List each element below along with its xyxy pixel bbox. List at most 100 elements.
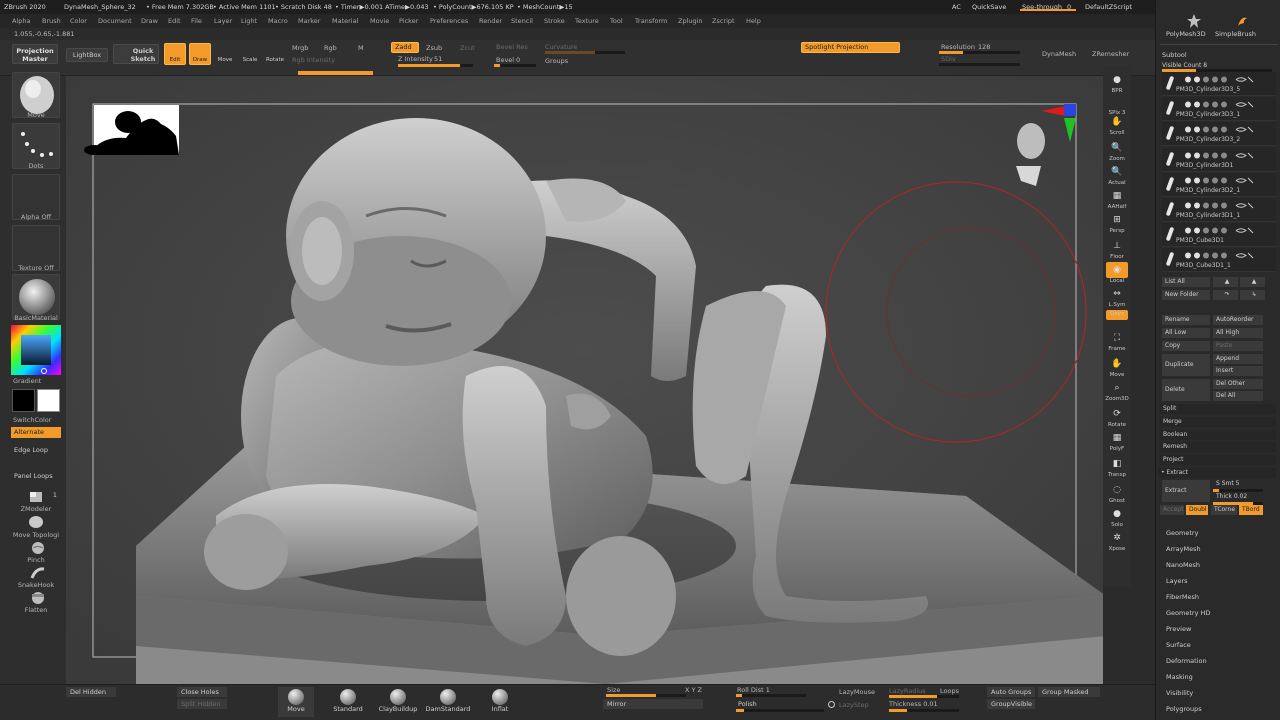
size-label[interactable]: Size <box>607 686 620 694</box>
menu-texture[interactable]: Texture <box>575 17 599 25</box>
zsub-button[interactable]: Zsub <box>426 44 442 52</box>
spotlight-projection-button[interactable]: Spotlight Projection <box>801 42 900 53</box>
panel-loops-button[interactable]: Panel Loops <box>11 471 61 482</box>
brush-move[interactable]: Move <box>278 687 314 717</box>
palette-surface[interactable]: Surface <box>1166 641 1191 649</box>
bpr-icon[interactable]: ● <box>1106 72 1128 88</box>
subtool-row[interactable]: PM3D_Cylinder3D3_1 <box>1162 97 1276 122</box>
menu-color[interactable]: Color <box>70 17 87 25</box>
viewport[interactable] <box>66 76 1103 684</box>
sdiv-label[interactable]: SDiv <box>941 55 956 63</box>
zadd-button[interactable]: Zadd <box>391 42 419 53</box>
subtool-row[interactable]: PM3D_Cylinder3D3_2 <box>1162 122 1276 147</box>
lazymouse-button[interactable]: LazyMouse <box>839 688 875 696</box>
menu-draw[interactable]: Draw <box>141 17 158 25</box>
merge-section[interactable]: Merge <box>1160 417 1276 427</box>
primary-color-swatch[interactable] <box>37 389 60 412</box>
menu-file[interactable]: File <box>191 17 202 25</box>
menu-picker[interactable]: Picker <box>399 17 418 25</box>
brush-standard[interactable]: Standard <box>330 687 366 717</box>
move-icon[interactable]: ✋ <box>1106 356 1128 372</box>
accept-button[interactable]: Accept <box>1160 505 1184 515</box>
menu-stencil[interactable]: Stencil <box>511 17 533 25</box>
curvature-label[interactable]: Curvature <box>545 43 577 51</box>
arrow-up-alt-button[interactable]: ▲ <box>1240 277 1265 287</box>
menu-macro[interactable]: Macro <box>268 17 288 25</box>
flatten-brush[interactable] <box>30 591 46 605</box>
duplicate-button[interactable]: Duplicate <box>1162 354 1210 376</box>
arrow-up-button[interactable]: ▲ <box>1213 277 1238 287</box>
subtool-row[interactable]: PM3D_Cylinder3D2_1 <box>1162 172 1276 197</box>
zscript-name[interactable]: DefaultZScript <box>1085 3 1132 11</box>
extract-section[interactable]: • Extract <box>1158 468 1276 478</box>
sdiv-slider[interactable] <box>939 63 1020 66</box>
bevel-slider[interactable] <box>494 64 536 67</box>
subtool-row[interactable]: PM3D_Cylinder3D1_1 <box>1162 198 1276 222</box>
xpose-icon[interactable]: ✲ <box>1106 530 1128 546</box>
frame-icon[interactable]: ⛶ <box>1106 330 1128 346</box>
z-intensity-label[interactable]: Z Intensity <box>398 55 433 63</box>
edit-button[interactable]: Edit <box>164 43 186 65</box>
z-intensity-slider[interactable] <box>398 64 473 67</box>
polish-toggle-icon[interactable] <box>828 701 835 708</box>
menu-document[interactable]: Document <box>98 17 132 25</box>
lightbox-button[interactable]: LightBox <box>66 48 108 62</box>
scale-mode-button[interactable]: Scale <box>239 43 261 65</box>
subtool-row[interactable]: PM3D_Cube3D1_1 <box>1162 248 1276 273</box>
split-section[interactable]: Split <box>1160 404 1276 414</box>
arrow-down-alt-button[interactable]: ↳ <box>1240 290 1265 300</box>
floor-icon[interactable]: ⊥ <box>1106 238 1128 254</box>
resolution-label[interactable]: Resolution <box>941 43 975 51</box>
auto-reorder-button[interactable]: AutoReorder <box>1213 315 1263 325</box>
insert-button[interactable]: Insert <box>1213 366 1263 376</box>
dynamesh-button[interactable]: DynaMesh <box>1042 50 1076 58</box>
lazyradius-slider[interactable]: LazyRadius <box>889 687 926 695</box>
tborder-toggle[interactable]: TBord <box>1239 505 1263 515</box>
thick-slider[interactable]: Thick 0.02 <box>1213 492 1263 502</box>
zcut-button[interactable]: Zcut <box>460 44 475 52</box>
rgb-button[interactable]: Rgb <box>324 44 337 52</box>
group-masked-button[interactable]: Group Masked <box>1038 687 1100 697</box>
menu-zplugin[interactable]: Zplugin <box>678 17 703 25</box>
append-button[interactable]: Append <box>1213 354 1263 364</box>
copy-button[interactable]: Copy <box>1162 341 1210 351</box>
menu-light[interactable]: Light <box>241 17 257 25</box>
delete-button[interactable]: Delete <box>1162 379 1210 401</box>
quicksave-button[interactable]: QuickSave <box>972 3 1006 11</box>
brush-inflat[interactable]: Inflat <box>482 687 518 717</box>
double-toggle[interactable]: Doubl <box>1186 505 1208 515</box>
paste-button[interactable]: Paste <box>1213 341 1263 351</box>
sculpt-canvas[interactable] <box>66 76 1103 684</box>
zmodeler-brush[interactable] <box>28 490 44 504</box>
menu-transform[interactable]: Transform <box>635 17 667 25</box>
bevel-label[interactable]: Bevel <box>496 56 514 64</box>
rename-button[interactable]: Rename <box>1162 315 1210 325</box>
menu-edit[interactable]: Edit <box>168 17 181 25</box>
roll-dist-slider[interactable]: Roll Dist 1 <box>737 686 770 694</box>
symmetry-xyz[interactable]: X Y Z <box>685 686 702 694</box>
transp-icon[interactable]: ◧ <box>1106 456 1128 472</box>
palette-nanomesh[interactable]: NanoMesh <box>1166 561 1200 569</box>
palette-fibermesh[interactable]: FiberMesh <box>1166 593 1199 601</box>
palette-polygroups[interactable]: Polygroups <box>1166 705 1202 713</box>
move-mode-button[interactable]: Move <box>214 43 236 65</box>
palette-layers[interactable]: Layers <box>1166 577 1188 585</box>
palette-deformation[interactable]: Deformation <box>1166 657 1207 665</box>
close-holes-button[interactable]: Close Holes <box>177 687 227 697</box>
menu-brush[interactable]: Brush <box>42 17 61 25</box>
menu-movie[interactable]: Movie <box>370 17 389 25</box>
s-smt-slider[interactable]: S Smt 5 <box>1213 479 1263 489</box>
split-hidden-button[interactable]: Split Hidden <box>177 699 227 709</box>
menu-tool[interactable]: Tool <box>610 17 623 25</box>
boolean-section[interactable]: Boolean <box>1160 430 1276 440</box>
scroll-icon[interactable]: ✋ <box>1106 114 1128 130</box>
actual-icon[interactable]: 🔍 <box>1106 164 1128 180</box>
palette-arraymesh[interactable]: ArrayMesh <box>1166 545 1201 553</box>
rotate-icon[interactable]: ⟳ <box>1106 406 1128 422</box>
group-visible-button[interactable]: GroupVisible <box>987 699 1035 709</box>
mirror-button[interactable]: Mirror <box>603 699 703 709</box>
spix-3-icon[interactable] <box>1106 94 1128 110</box>
pinch-brush[interactable] <box>30 541 46 555</box>
polyf-icon[interactable]: ▦ <box>1106 430 1128 446</box>
m-button[interactable]: M <box>358 44 364 52</box>
